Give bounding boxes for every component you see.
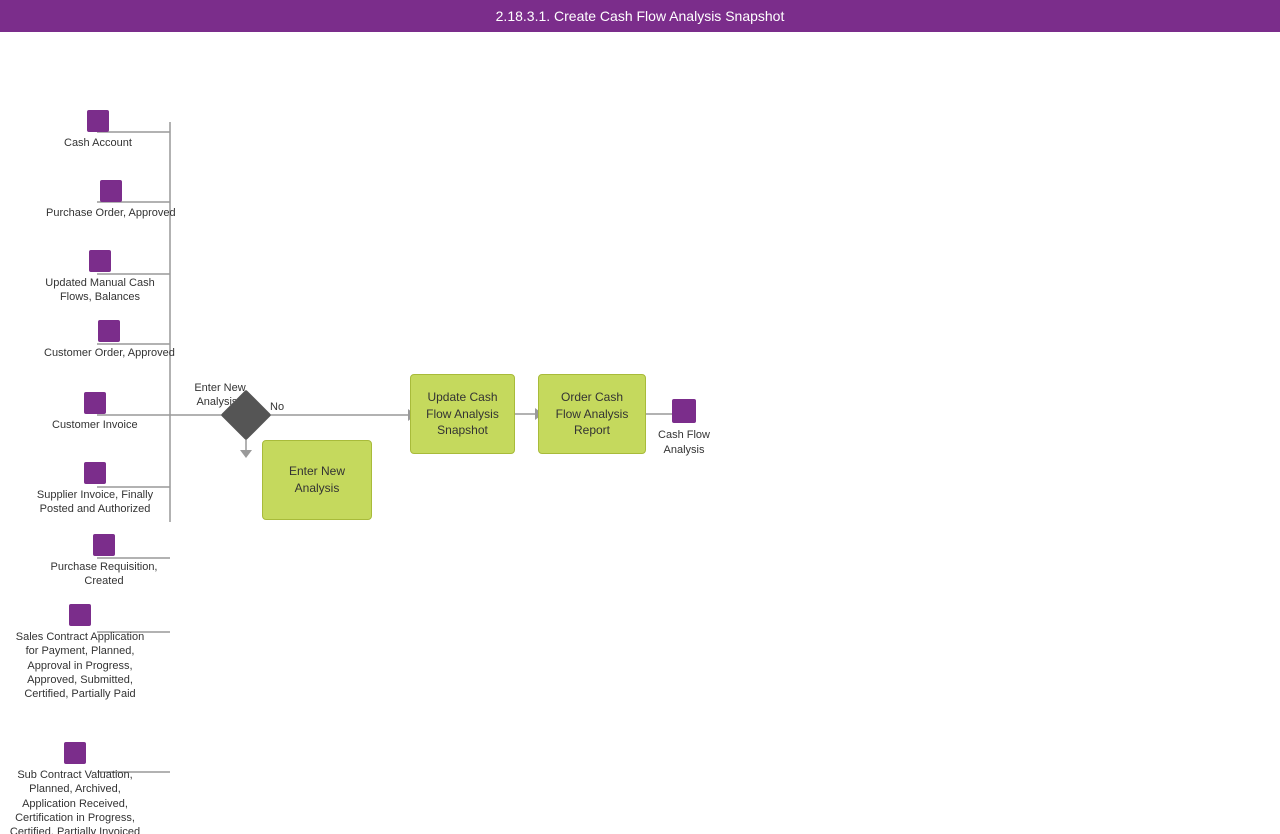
sub-contract-label: Sub Contract Valuation, Planned, Archive… [5,768,145,834]
trigger-customer-order: Customer Order, Approved [44,320,175,360]
end-node [672,399,696,423]
trigger-purchase-req: Purchase Requisition, Created [34,534,174,589]
cash-account-icon [87,110,109,132]
trigger-manual-cash: Updated Manual Cash Flows, Balances [30,250,170,305]
trigger-customer-invoice: Customer Invoice [52,392,138,432]
purchase-req-label: Purchase Requisition, Created [34,560,174,589]
enter-new-analysis-box[interactable]: Enter New Analysis [262,440,372,520]
supplier-invoice-label: Supplier Invoice, Finally Posted and Aut… [25,488,165,517]
customer-invoice-icon [84,392,106,414]
purchase-req-icon [93,534,115,556]
purchase-order-icon [100,180,122,202]
page-title: 2.18.3.1. Create Cash Flow Analysis Snap… [496,8,785,24]
order-report-box[interactable]: Order Cash Flow Analysis Report [538,374,646,454]
diagram-area: Cash Account Purchase Order, Approved Up… [0,32,1280,834]
trigger-purchase-order: Purchase Order, Approved [46,180,176,220]
customer-order-icon [98,320,120,342]
customer-invoice-label: Customer Invoice [52,418,138,432]
trigger-supplier-invoice: Supplier Invoice, Finally Posted and Aut… [25,462,165,517]
sales-contract-icon [69,604,91,626]
no-label: No [270,401,284,413]
update-snapshot-label: Update Cash Flow Analysis Snapshot [419,389,506,439]
cash-account-label: Cash Account [64,136,132,150]
trigger-sub-contract: Sub Contract Valuation, Planned, Archive… [5,742,145,834]
trigger-cash-account: Cash Account [64,110,132,150]
title-bar: 2.18.3.1. Create Cash Flow Analysis Snap… [0,0,1280,32]
customer-order-label: Customer Order, Approved [44,346,175,360]
trigger-sales-contract: Sales Contract Application for Payment, … [10,604,150,701]
sales-contract-label: Sales Contract Application for Payment, … [10,630,150,701]
purchase-order-label: Purchase Order, Approved [46,206,176,220]
order-report-label: Order Cash Flow Analysis Report [547,389,637,439]
manual-cash-label: Updated Manual Cash Flows, Balances [30,276,170,305]
sub-contract-icon [64,742,86,764]
enter-new-analysis-label: Enter New Analysis [271,463,363,497]
supplier-invoice-icon [84,462,106,484]
end-node-label: Cash Flow Analysis [652,428,716,459]
manual-cash-icon [89,250,111,272]
update-snapshot-box[interactable]: Update Cash Flow Analysis Snapshot [410,374,515,454]
